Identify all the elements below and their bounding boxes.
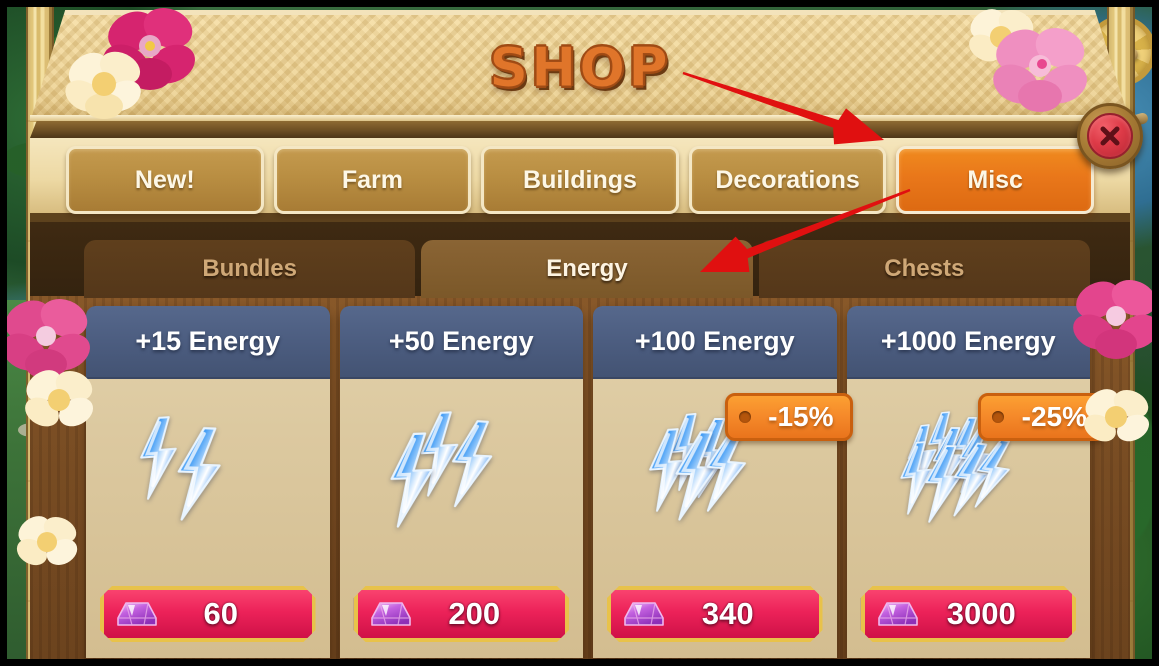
price-button-wrapper: 200 <box>354 586 570 642</box>
price-button-wrapper: 340 <box>607 586 823 642</box>
subtab-chests[interactable]: Chests <box>758 240 1090 298</box>
card-body <box>86 379 330 584</box>
lightning-bolt-icon <box>444 418 498 510</box>
shop-items-grid: +15 Energy 60 +50 Energy 200 +100 Energy -15%… <box>86 306 1106 658</box>
subtab-label: Energy <box>546 255 628 282</box>
gem-icon <box>621 596 667 632</box>
tab-label: Misc <box>967 165 1023 194</box>
close-icon <box>1087 113 1133 159</box>
banner-ridge <box>30 121 1130 138</box>
tab-buildings[interactable]: Buildings <box>481 146 679 214</box>
tab-misc[interactable]: Misc <box>896 146 1094 214</box>
subtab-label: Bundles <box>202 255 297 282</box>
category-tab-bar: New! Farm Buildings Decorations Misc <box>66 146 1094 214</box>
card-title: +15 Energy <box>86 306 330 379</box>
card-body: -25% <box>847 379 1106 584</box>
card-body <box>340 379 584 584</box>
shop-banner: SHOP <box>30 2 1130 138</box>
buy-button[interactable]: 340 <box>607 586 823 642</box>
tab-new[interactable]: New! <box>66 146 264 214</box>
discount-label: -15% <box>768 401 834 432</box>
close-button[interactable] <box>1077 103 1143 169</box>
tab-decorations[interactable]: Decorations <box>688 146 887 214</box>
tab-farm[interactable]: Farm <box>273 146 472 214</box>
shop-item-card[interactable]: +50 Energy 200 <box>339 306 584 658</box>
page-title: SHOP <box>489 36 671 100</box>
tab-label: Decorations <box>715 165 860 194</box>
subtab-bundles[interactable]: Bundles <box>84 240 416 298</box>
card-title: +100 Energy <box>593 306 837 379</box>
gem-icon <box>114 596 160 632</box>
tab-label: Farm <box>341 165 403 194</box>
gem-icon <box>368 596 414 632</box>
sub-tab-bar: Bundles Energy Chests <box>84 240 1090 298</box>
shop-screen: SHOP New! Farm Buildings Decorations Misc Bu… <box>0 0 1159 666</box>
discount-badge: -15% <box>724 393 853 441</box>
energy-bolt-icon-group <box>376 402 546 562</box>
buy-button[interactable]: 200 <box>354 586 570 642</box>
shop-item-card[interactable]: +15 Energy 60 <box>86 306 330 658</box>
card-title: +1000 Energy <box>846 306 1090 379</box>
shop-item-card[interactable]: +1000 Energy -25% 3000 <box>846 306 1106 658</box>
shop-item-card[interactable]: +100 Energy -15% 340 <box>593 306 853 658</box>
buy-button[interactable]: 60 <box>100 586 316 642</box>
tab-label: Buildings <box>523 165 637 194</box>
banner-ridge-highlight <box>30 115 1130 121</box>
card-title: +50 Energy <box>339 306 583 379</box>
energy-bolt-icon-group <box>123 402 293 562</box>
lightning-bolt-icon <box>383 431 440 528</box>
card-body: -15% <box>593 379 853 584</box>
lightning-bolt-icon <box>169 425 226 522</box>
gem-icon <box>875 596 921 632</box>
discount-label: -25% <box>1021 401 1087 432</box>
subtab-label: Chests <box>884 255 965 282</box>
tab-label: New! <box>134 165 195 194</box>
price-button-wrapper: 60 <box>100 586 316 642</box>
discount-badge: -25% <box>978 393 1106 441</box>
subtab-energy[interactable]: Energy <box>421 240 753 298</box>
buy-button[interactable]: 3000 <box>861 586 1077 642</box>
price-button-wrapper: 3000 <box>861 586 1077 642</box>
